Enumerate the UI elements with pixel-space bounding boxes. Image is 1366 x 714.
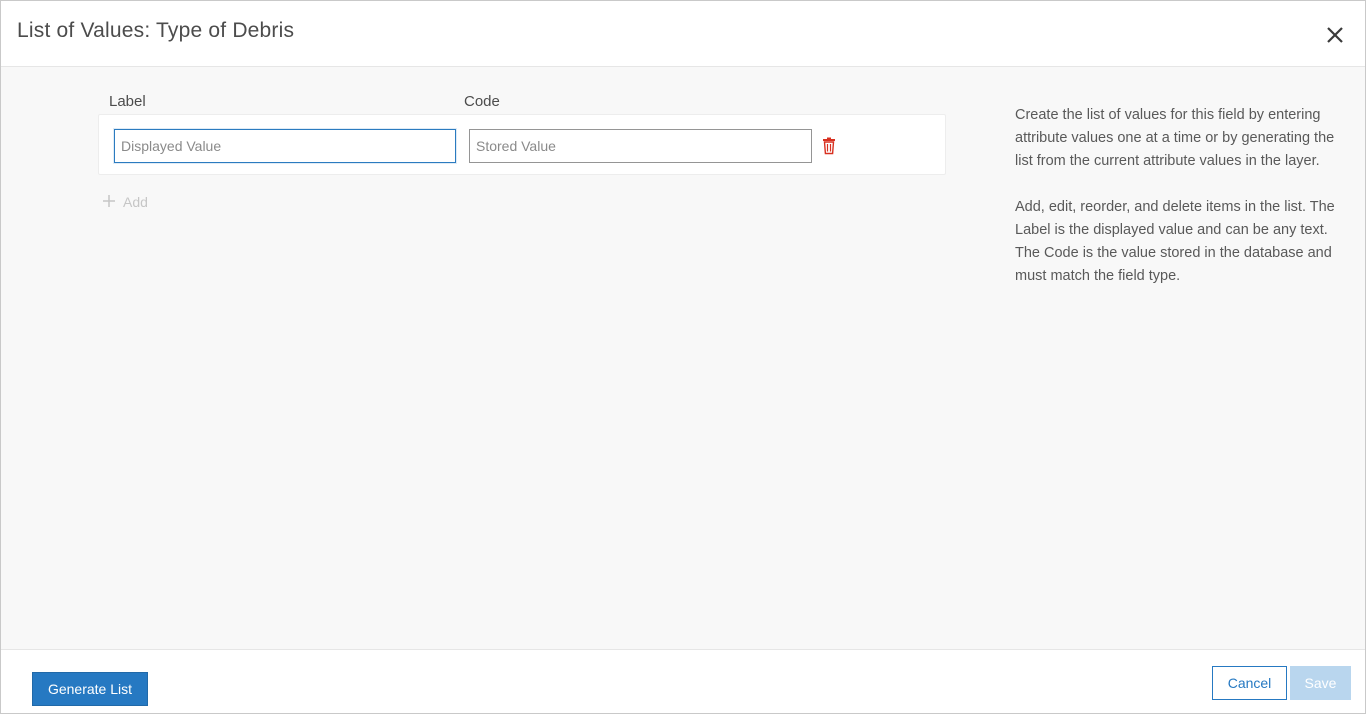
trash-icon[interactable]	[821, 137, 837, 155]
add-row-button[interactable]: Add	[102, 193, 148, 211]
help-paragraph: Add, edit, reorder, and delete items in …	[1015, 199, 1335, 284]
generate-list-button[interactable]: Generate List	[32, 672, 148, 706]
dialog-title: List of Values: Type of Debris	[17, 19, 295, 42]
dialog-footer: Generate List Cancel Save	[1, 649, 1365, 713]
close-icon[interactable]	[1321, 21, 1349, 49]
help-paragraph: Create the list of values for this field…	[1015, 107, 1335, 169]
help-text: Create the list of values for this field…	[1015, 104, 1335, 311]
column-header-label: Label	[109, 93, 146, 110]
code-input[interactable]	[469, 129, 812, 163]
cancel-button[interactable]: Cancel	[1212, 666, 1287, 700]
label-input[interactable]	[114, 129, 456, 163]
dialog-header: List of Values: Type of Debris	[1, 1, 1365, 67]
list-of-values-dialog: List of Values: Type of Debris Label Cod…	[0, 0, 1366, 714]
add-label: Add	[123, 194, 148, 210]
save-button[interactable]: Save	[1290, 666, 1351, 700]
column-header-code: Code	[464, 93, 500, 110]
plus-icon	[102, 194, 116, 211]
